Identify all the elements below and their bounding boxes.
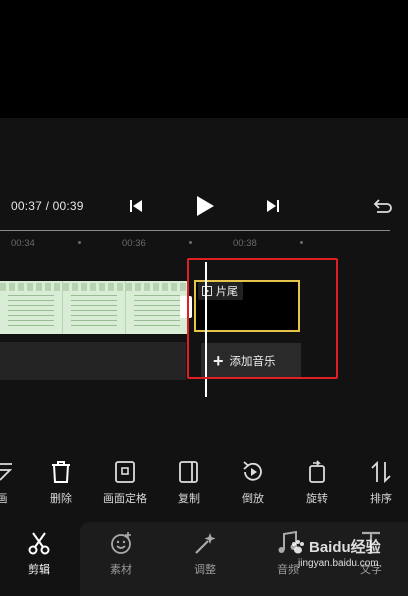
freeze-frame-icon xyxy=(115,461,135,483)
video-clip[interactable] xyxy=(0,281,188,334)
skip-forward-button[interactable] xyxy=(263,196,283,216)
watermark-url: jingyan.baidu.com xyxy=(298,558,379,569)
magic-wand-icon xyxy=(195,533,216,554)
time-display: 00:37 / 00:39 xyxy=(11,199,84,213)
copy-icon xyxy=(179,461,198,483)
undo-button[interactable] xyxy=(372,195,394,217)
trash-icon xyxy=(52,461,70,483)
paw-icon xyxy=(292,539,304,553)
sticker-icon xyxy=(111,532,131,554)
skip-back-button[interactable] xyxy=(126,196,146,216)
tab-materials[interactable]: 素材 xyxy=(91,530,151,577)
copy-button[interactable]: 复制 xyxy=(161,460,217,506)
video-preview xyxy=(0,0,408,118)
audio-track xyxy=(0,342,186,380)
ruler-dot xyxy=(189,241,192,244)
tab-edit[interactable]: 剪辑 xyxy=(9,530,69,577)
skip-back-icon xyxy=(130,200,142,212)
scissors-icon xyxy=(28,532,50,555)
highlight-box xyxy=(187,258,338,379)
ruler-tick: 00:36 xyxy=(122,238,146,249)
rotate-button[interactable]: 旋转 xyxy=(289,460,345,506)
play-button[interactable] xyxy=(192,193,218,219)
partial-icon xyxy=(0,463,13,481)
ruler-tick: 00:38 xyxy=(233,238,257,249)
watermark-brand: Baidu经验 xyxy=(290,536,381,557)
tool-partial[interactable]: 画 xyxy=(0,460,30,506)
reverse-button[interactable]: 倒放 xyxy=(225,460,281,506)
ruler-dot xyxy=(78,241,81,244)
undo-icon xyxy=(373,199,392,213)
sort-icon xyxy=(371,460,391,484)
delete-button[interactable]: 删除 xyxy=(33,460,89,506)
progress-fill xyxy=(0,230,390,231)
ruler-tick: 00:34 xyxy=(11,238,35,249)
skip-forward-icon xyxy=(267,200,279,212)
tab-adjust[interactable]: 调整 xyxy=(175,530,235,577)
rotate-icon xyxy=(309,460,325,483)
play-icon xyxy=(197,196,214,216)
freeze-frame-button[interactable]: 画面定格 xyxy=(97,460,153,506)
sort-button[interactable]: 排序 xyxy=(353,460,408,506)
ruler-dot xyxy=(300,241,303,244)
reverse-icon xyxy=(243,461,262,481)
